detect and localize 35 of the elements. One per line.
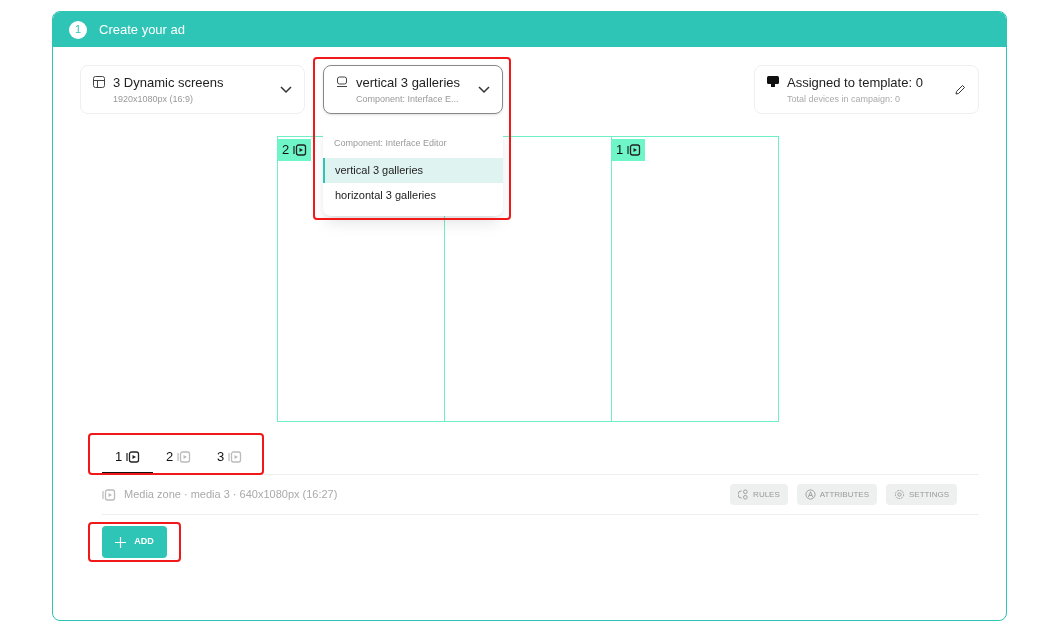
gear-icon [894,489,905,500]
screen-zone[interactable]: 1 [611,136,779,422]
media-icon [228,450,243,463]
letter-a-icon [804,489,816,500]
selector-title: vertical 3 galleries [356,74,462,92]
zone-label: 1 [612,138,646,161]
layout-icon [93,76,105,88]
screen-selector[interactable]: 3 Dynamic screens 1920x1080px (16:9) [80,65,305,114]
menu-option[interactable]: vertical 3 galleries [323,157,503,183]
menu-heading: Component: Interface Editor [333,137,448,150]
assigned-count: Assigned to template: 0 [787,74,924,92]
chevron-down-icon [478,85,490,94]
media-icon [627,143,642,156]
zone-label: 2 [278,138,312,161]
selector-subtitle: Component: Interface E... [356,92,460,106]
rules-icon [738,489,750,500]
pencil-icon[interactable] [954,83,966,96]
devices-total: Total devices in campaign: 0 [787,92,902,106]
header-title: Create your ad [99,20,185,39]
layout-selector[interactable]: vertical 3 galleries Component: Interface E... [323,65,503,114]
media-icon [102,488,116,501]
selector-title: 3 Dynamic screens [113,74,225,92]
monitor-icon [767,76,779,88]
selector-subtitle: 1920x1080px (16:9) [113,92,195,106]
media-icon [293,143,308,156]
zone-tab[interactable]: 2 [153,441,204,474]
zone-tab[interactable]: 1 [102,441,153,474]
plus-icon [115,536,127,548]
media-icon [126,450,141,463]
chevron-down-icon [280,85,292,94]
zone-info: Media zone · media 3 · 640x1080px (16:27) [124,487,338,503]
media-icon [177,450,192,463]
zone-tab[interactable]: 3 [204,441,255,474]
step-number: 1 [69,20,87,39]
monitor-icon [336,76,348,88]
